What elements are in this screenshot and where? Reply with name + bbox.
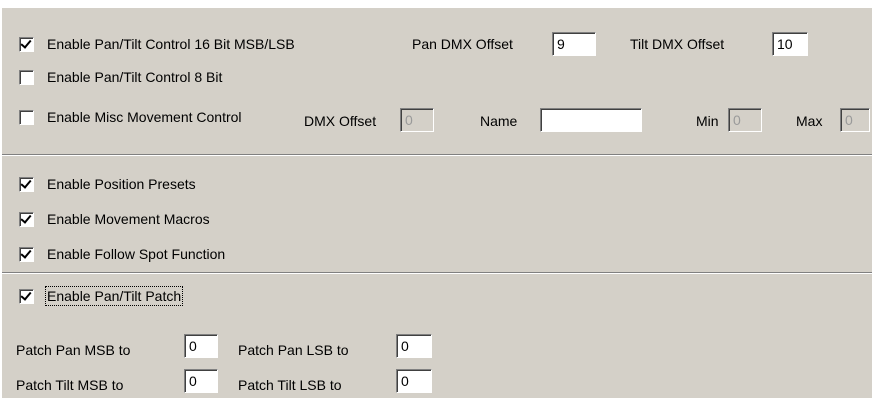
- misc-max-input[interactable]: [840, 108, 870, 132]
- patch-tilt-lsb-label: Patch Tilt LSB to: [238, 377, 342, 393]
- misc-name-input[interactable]: [540, 108, 642, 132]
- misc-dmx-offset-input[interactable]: [400, 108, 434, 132]
- position-presets-label: Enable Position Presets: [47, 176, 196, 192]
- patch-pan-lsb-input[interactable]: [396, 334, 432, 358]
- pan-tilt-8bit-checkbox[interactable]: [19, 70, 34, 85]
- pan-dmx-offset-label: Pan DMX Offset: [412, 36, 513, 52]
- patch-tilt-msb-label: Patch Tilt MSB to: [16, 377, 124, 393]
- patch-pan-lsb-label: Patch Pan LSB to: [238, 342, 349, 358]
- misc-max-label: Max: [796, 113, 823, 129]
- position-presets-checkbox[interactable]: [19, 177, 34, 192]
- misc-movement-label: Enable Misc Movement Control: [47, 109, 242, 125]
- follow-spot-label: Enable Follow Spot Function: [47, 246, 226, 262]
- pan-tilt-8bit-label: Enable Pan/Tilt Control 8 Bit: [47, 69, 223, 85]
- misc-dmx-offset-label: DMX Offset: [304, 113, 377, 129]
- section-divider-highlight: [2, 273, 872, 274]
- patch-pan-msb-input[interactable]: [184, 334, 218, 358]
- misc-name-label: Name: [480, 113, 518, 129]
- patch-tilt-lsb-input[interactable]: [396, 369, 432, 393]
- pan-tilt-patch-checkbox[interactable]: [19, 289, 34, 304]
- pan-dmx-offset-input[interactable]: [552, 32, 596, 56]
- follow-spot-checkbox[interactable]: [19, 247, 34, 262]
- tilt-dmx-offset-input[interactable]: [772, 32, 808, 56]
- patch-pan-msb-label: Patch Pan MSB to: [16, 342, 131, 358]
- fixture-movement-panel: Enable Pan/Tilt Control 16 Bit MSB/LSB P…: [2, 8, 872, 398]
- misc-min-input[interactable]: [728, 108, 762, 132]
- tilt-dmx-offset-label: Tilt DMX Offset: [630, 36, 725, 52]
- section-divider-highlight: [2, 155, 872, 156]
- movement-macros-checkbox[interactable]: [19, 212, 34, 227]
- pan-tilt-16bit-label: Enable Pan/Tilt Control 16 Bit MSB/LSB: [47, 36, 295, 52]
- pan-tilt-patch-label: Enable Pan/Tilt Patch: [44, 286, 184, 306]
- misc-min-label: Min: [696, 113, 719, 129]
- pan-tilt-16bit-checkbox[interactable]: [19, 37, 34, 52]
- patch-tilt-msb-input[interactable]: [184, 369, 218, 393]
- movement-macros-label: Enable Movement Macros: [47, 211, 210, 227]
- misc-movement-checkbox[interactable]: [19, 110, 34, 125]
